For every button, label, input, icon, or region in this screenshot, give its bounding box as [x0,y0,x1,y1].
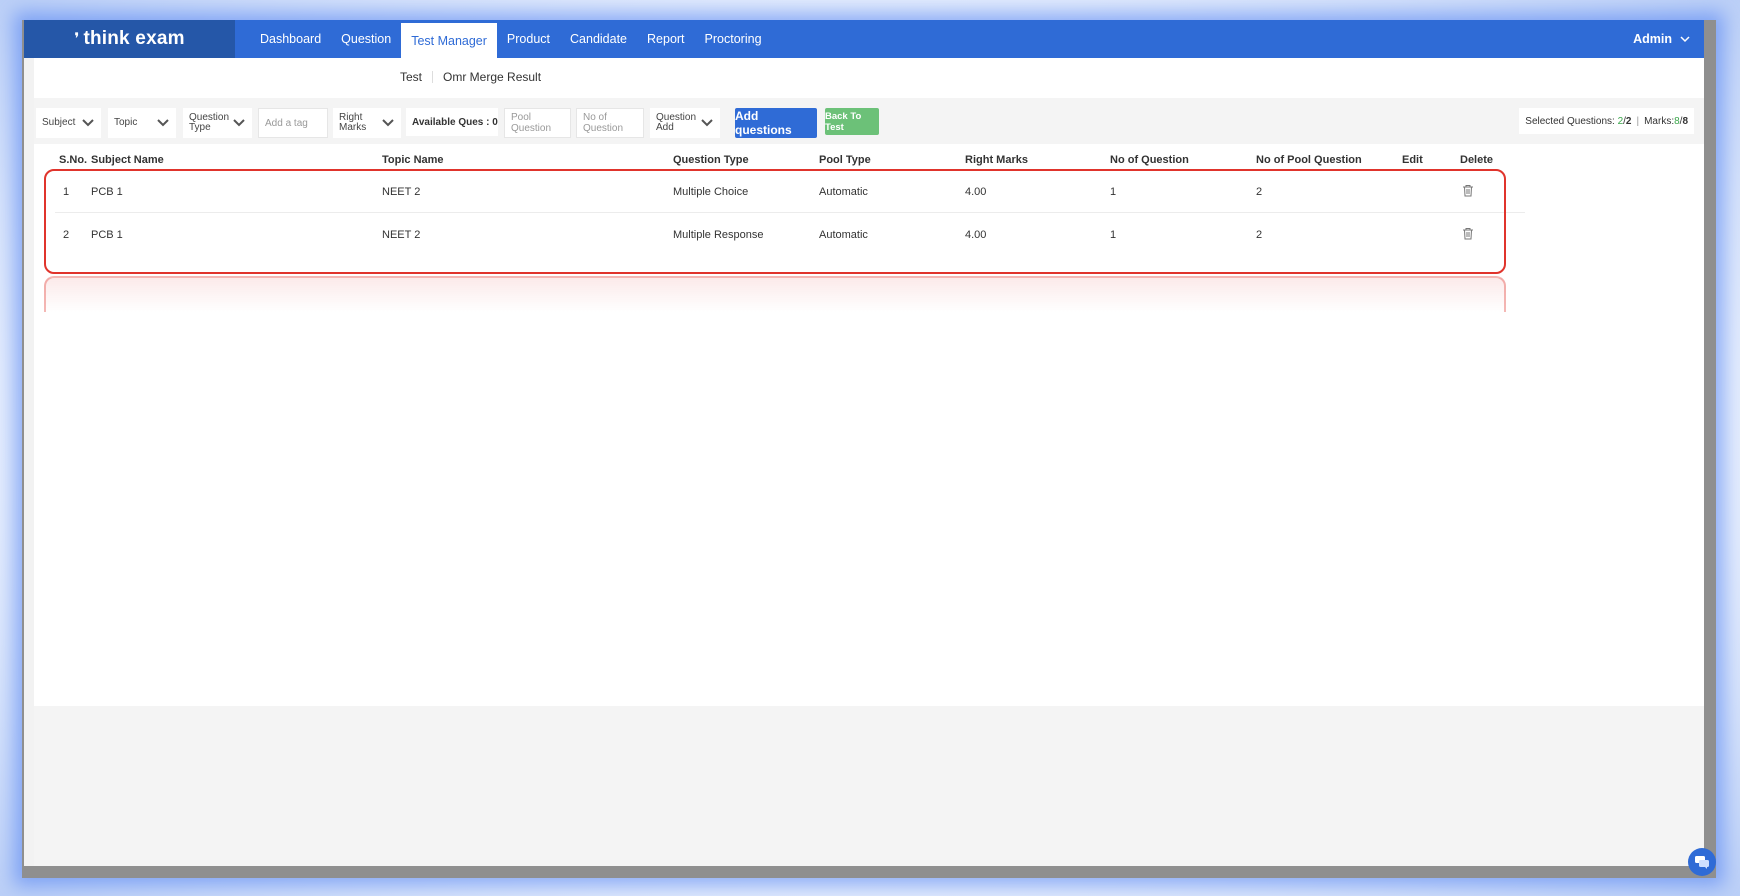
table-row: 2 PCB 1 NEET 2 Multiple Response Automat… [55,213,1525,256]
table-row: 1 PCB 1 NEET 2 Multiple Choice Automatic… [55,170,1525,213]
cell-question-type: Multiple Response [673,229,764,241]
header-sno: S.No. [59,154,88,166]
footer-area [34,706,1704,866]
question-add-select[interactable]: Question Add [650,108,720,138]
cell-right-marks: 4.00 [965,229,987,241]
subject-select[interactable]: Subject [36,108,101,138]
cell-sno: 2 [63,229,70,241]
add-questions-button[interactable]: Add questions [735,108,817,138]
tag-input[interactable]: Add a tag [258,108,328,138]
header-question-type: Question Type [673,154,749,166]
chat-button[interactable] [1688,848,1716,876]
header-pool-type: Pool Type [819,154,871,166]
header-topic-name: Topic Name [382,154,444,166]
app-window: ❜ think exam Dashboard Question Test Man… [24,20,1704,866]
subject-select-label: Subject [42,117,76,128]
nav-question[interactable]: Question [331,20,401,58]
header-no-of-question: No of Question [1110,154,1189,166]
question-type-select[interactable]: Question Type [183,108,252,138]
left-gutter [24,58,34,866]
header-right-marks: Right Marks [965,154,1028,166]
breadcrumb-omr-merge-result[interactable]: Omr Merge Result [443,70,541,84]
question-add-select-label: Question Add [656,112,697,133]
logo[interactable]: ❜ think exam [24,20,235,58]
cell-question-type: Multiple Choice [673,186,749,198]
cell-pool-type: Automatic [819,229,868,241]
chevron-down-icon [233,119,245,127]
chat-icon [1695,856,1709,869]
cell-no-of-pool-question: 2 [1256,186,1263,198]
logo-text: think exam [83,28,185,49]
user-name: Admin [1633,32,1672,46]
top-navbar: ❜ think exam Dashboard Question Test Man… [24,20,1704,58]
cell-no-of-question: 1 [1110,229,1117,241]
chevron-down-icon [382,119,394,127]
nav-dashboard[interactable]: Dashboard [250,20,331,58]
nav-candidate[interactable]: Candidate [560,20,637,58]
selected-questions-label: Selected Questions: [1525,115,1615,127]
breadcrumb: Test Omr Merge Result [400,70,541,84]
highlight-reflection [44,276,1506,312]
no-of-question-input[interactable]: No of Question [576,108,644,138]
chevron-down-icon [82,119,94,127]
chevron-down-icon [701,119,713,127]
nav-test-manager[interactable]: Test Manager [401,23,497,58]
right-marks-select[interactable]: Right Marks [333,108,401,138]
nav-proctoring[interactable]: Proctoring [695,20,772,58]
trash-icon[interactable] [1462,184,1474,197]
logo-icon: ❜ [74,31,80,48]
pool-question-input[interactable]: Pool Question [504,108,571,138]
total-count: 2 [1625,115,1632,127]
trash-icon[interactable] [1462,227,1474,240]
selection-summary: Selected Questions: 2/2 | Marks: 8/8 [1519,108,1694,134]
header-subject-name: Subject Name [91,154,164,166]
breadcrumb-test[interactable]: Test [400,70,422,84]
cell-right-marks: 4.00 [965,186,987,198]
marks-label: Marks: [1644,115,1675,127]
user-menu[interactable]: Admin [1633,20,1690,58]
nav-report[interactable]: Report [637,20,695,58]
chevron-down-icon [157,119,169,127]
topic-select[interactable]: Topic [108,108,176,138]
back-to-test-button[interactable]: Back To Test [825,108,879,135]
cell-no-of-question: 1 [1110,186,1117,198]
question-type-select-label: Question Type [189,112,230,133]
nav-product[interactable]: Product [497,20,560,58]
topic-select-label: Topic [114,117,138,128]
cell-subject: PCB 1 [91,229,123,241]
cell-subject: PCB 1 [91,186,123,198]
breadcrumb-divider [432,71,434,83]
header-no-of-pool-question: No of Pool Question [1256,154,1362,166]
cell-sno: 1 [63,186,70,198]
cell-pool-type: Automatic [819,186,868,198]
available-questions: Available Ques : 0 [406,108,498,136]
chevron-down-icon [1680,36,1690,43]
header-edit: Edit [1402,154,1423,166]
header-delete: Delete [1460,154,1494,166]
cell-no-of-pool-question: 2 [1256,229,1263,241]
cell-topic: NEET 2 [382,229,421,241]
filter-bar: Subject Topic Question Type Add a tag Rig… [34,98,1704,144]
main-nav: Dashboard Question Test Manager Product … [250,20,772,58]
divider: | [1636,115,1640,127]
marks-total: 8 [1682,115,1688,127]
cell-topic: NEET 2 [382,186,421,198]
right-marks-select-label: Right Marks [339,112,367,133]
